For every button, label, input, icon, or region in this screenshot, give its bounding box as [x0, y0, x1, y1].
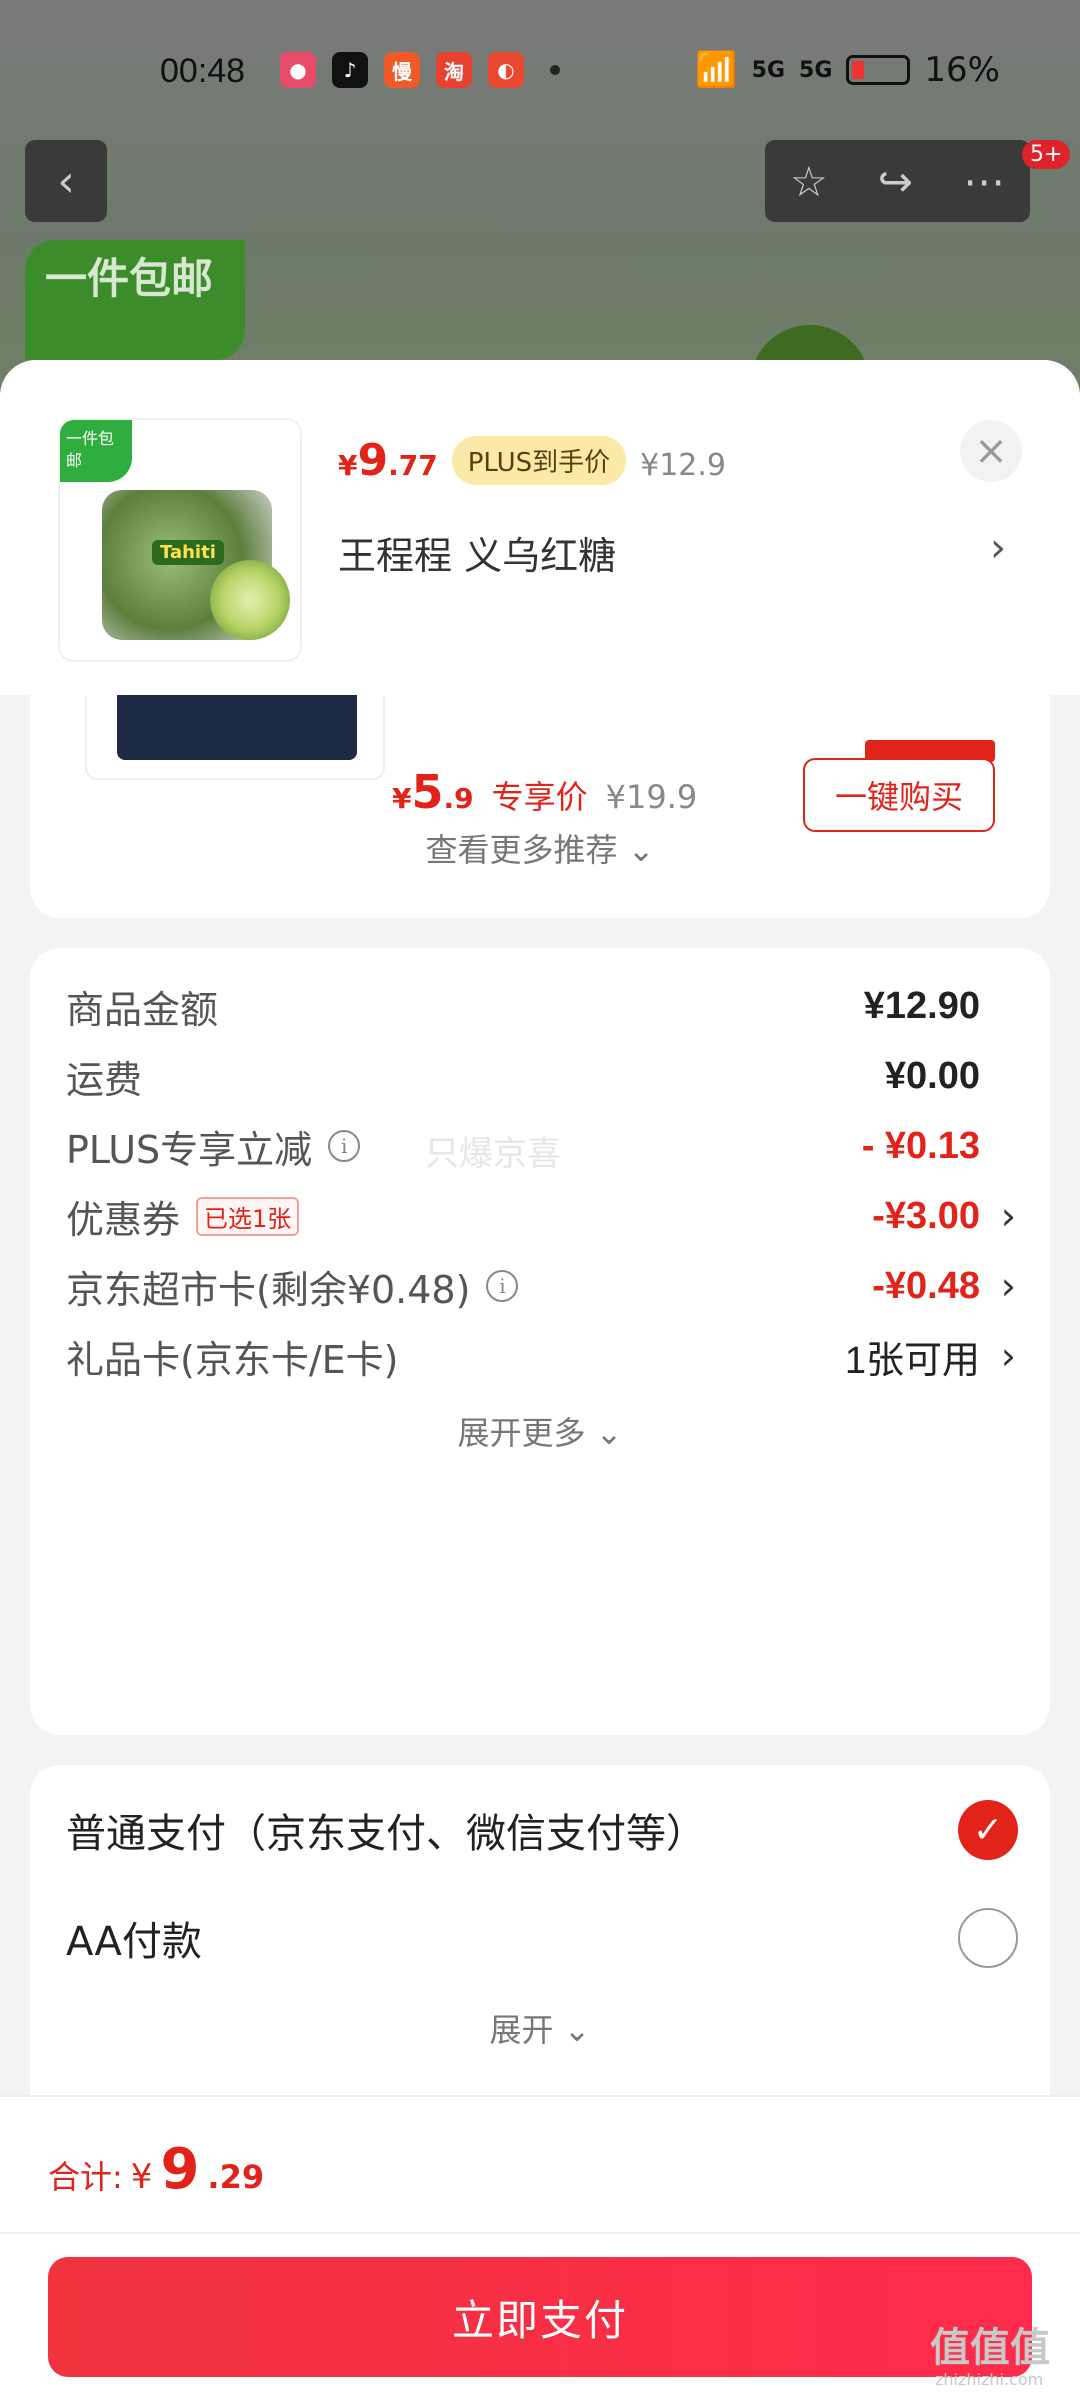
status-time: 00:48 [160, 52, 246, 90]
detail-row-shipping: 运费 ¥0.00 [66, 1054, 980, 1102]
free-shipping-badge: 一件包邮 [25, 240, 245, 360]
product-thumbnail: Tahiti 一件包邮 [60, 420, 300, 660]
share-icon[interactable]: ↪ [878, 157, 913, 206]
plus-price-tag: PLUS到手价 [451, 436, 627, 485]
site-watermark-url: zhizhizhi.com [935, 2370, 1044, 2389]
status-right: 📶 5G 5G 16% [695, 50, 1000, 90]
chevron-right-icon: › [1000, 1334, 1016, 1378]
wifi-icon: 📶 [695, 50, 738, 90]
battery-percent: 16% [924, 50, 1000, 90]
signal-icon: 5G [799, 57, 833, 83]
price-details-card: 只爆京喜 商品金额 ¥12.90 运费 ¥0.00 PLUS专享立减 i - ¥0… [30, 948, 1050, 1735]
detail-row-goods-amount: 商品金额 ¥12.90 [66, 984, 980, 1032]
product-header: Tahiti 一件包邮 ¥9.77 PLUS到手价 ¥12.9 × 王程程 义乌… [0, 360, 1080, 695]
app-icon: 慢 [384, 52, 420, 88]
recommend-card: ¥5.9 专享价 ¥19.9 一键购买 查看更多推荐 ⌄ [30, 660, 1050, 918]
app-icon: ◐ [488, 52, 524, 88]
one-click-buy-button[interactable]: 一键购买 [803, 758, 995, 832]
total-amount: 合计: ¥9.29 [48, 2137, 265, 2202]
detail-row-plus-discount: PLUS专享立减 i - ¥0.13 [66, 1124, 980, 1172]
chevron-right-icon[interactable]: › [990, 525, 1006, 571]
pay-now-button[interactable]: 立即支付 [48, 2257, 1032, 2377]
payment-option-aa[interactable]: AA付款 [66, 1903, 1018, 1973]
chevron-left-icon: ‹ [57, 155, 75, 207]
notification-badge: 5+ [1022, 140, 1071, 169]
more-icon[interactable]: ⋯ [963, 157, 1005, 206]
app-icon: ● [280, 52, 316, 88]
product-price-row: ¥9.77 PLUS到手价 ¥12.9 [338, 435, 726, 486]
info-icon[interactable]: i [328, 1130, 361, 1162]
payment-option-normal[interactable]: 普通支付（京东支付、微信支付等） ✓ [66, 1795, 1018, 1865]
taobao-icon: 淘 [436, 52, 472, 88]
star-icon[interactable]: ☆ [790, 157, 828, 206]
status-dot [550, 65, 560, 75]
chevron-right-icon: › [1000, 1194, 1016, 1238]
checkmark-icon[interactable]: ✓ [958, 1800, 1018, 1860]
recommend-original-price: ¥19.9 [605, 778, 698, 816]
status-app-icons: ● ♪ 慢 淘 ◐ [280, 52, 560, 88]
expand-more-button[interactable]: 展开更多 ⌄ [30, 1408, 1050, 1454]
original-price: ¥12.9 [640, 448, 727, 483]
recommend-price: ¥5.9 专享价 ¥19.9 [392, 765, 698, 819]
detail-row-coupon[interactable]: 优惠券 已选1张 -¥3.00 › [66, 1186, 1016, 1246]
top-actions: ☆ ↪ ⋯ [765, 140, 1030, 222]
recommend-product-image[interactable] [85, 690, 385, 780]
close-icon: × [974, 428, 1008, 474]
chevron-right-icon: › [1000, 1264, 1016, 1308]
recommend-price-tag: 专享价 [491, 778, 588, 816]
close-button[interactable]: × [960, 420, 1022, 482]
payment-expand-button[interactable]: 展开 ⌄ [30, 2005, 1050, 2051]
back-button[interactable]: ‹ [25, 140, 107, 222]
product-thumbnail-label: Tahiti [152, 540, 224, 565]
detail-row-supermarket-card[interactable]: 京东超市卡(剩余¥0.48) i -¥0.48 › [66, 1256, 1016, 1316]
payment-method-card: 普通支付（京东支付、微信支付等） ✓ AA付款 展开 ⌄ [30, 1765, 1050, 2095]
battery-icon [846, 55, 911, 85]
see-more-recommend[interactable]: 查看更多推荐 ⌄ [30, 825, 1050, 871]
radio-unchecked[interactable] [958, 1908, 1018, 1968]
variant-selector[interactable]: 王程程 义乌红糖 [338, 525, 616, 580]
site-watermark-logo: 值值值 [930, 2325, 1050, 2371]
info-icon[interactable]: i [486, 1270, 519, 1302]
checkout-sheet: ¥5.9 专享价 ¥19.9 一键购买 查看更多推荐 ⌄ Tahiti 一件包邮… [0, 360, 1080, 2400]
thumbnail-free-shipping-tag: 一件包邮 [60, 420, 132, 482]
bottom-bar: 合计: ¥9.29 立即支付 [0, 2095, 1080, 2400]
status-bar: 00:48 ● ♪ 慢 淘 ◐ 📶 5G 5G 16% [0, 0, 1080, 140]
tiktok-icon: ♪ [332, 52, 368, 88]
signal-icon: 5G [751, 57, 786, 83]
detail-row-gift-card[interactable]: 礼品卡(京东卡/E卡) 1张可用 › [66, 1326, 1016, 1386]
coupon-selected-tag: 已选1张 [196, 1196, 300, 1236]
product-price: ¥9.77 [338, 435, 438, 486]
divider [0, 2232, 1080, 2234]
